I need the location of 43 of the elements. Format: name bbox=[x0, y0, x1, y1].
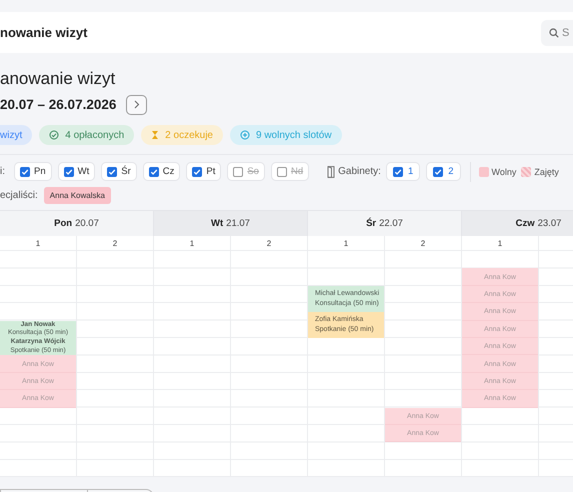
stat-badge: 4 opłaconych bbox=[39, 125, 134, 145]
day-filter-chip[interactable]: Śr bbox=[101, 162, 137, 181]
legend-label: Wolny bbox=[492, 166, 516, 176]
door-icon bbox=[327, 166, 336, 178]
room-number: 2 bbox=[420, 239, 426, 248]
room-number: 1 bbox=[36, 239, 40, 248]
search-field[interactable]: S bbox=[541, 20, 573, 46]
date-range: 20.07 – 26.07.2026 bbox=[0, 97, 116, 112]
hourglass-icon bbox=[151, 130, 160, 140]
room-filter-chip[interactable]: 2 bbox=[426, 162, 461, 181]
room-filter-chip[interactable]: 1 bbox=[386, 162, 420, 181]
day-header: Czw 23.07 bbox=[462, 211, 573, 236]
room-number: 1 bbox=[344, 239, 348, 248]
specialist-tag[interactable]: Anna Kowalska bbox=[44, 187, 111, 204]
busy-swatch bbox=[521, 166, 532, 176]
room-number: 2 bbox=[266, 239, 272, 248]
page-title: anowanie wizyt bbox=[0, 69, 116, 89]
day-header: Wt 21.07 bbox=[154, 211, 308, 236]
day-header: Pon 20.07 bbox=[0, 211, 154, 236]
filter-label: Gabinety: bbox=[338, 166, 381, 177]
chevron-right-icon bbox=[134, 100, 140, 109]
day-filter-chip[interactable]: Nd bbox=[270, 162, 310, 181]
filter-label: i: bbox=[0, 166, 5, 177]
next-week-button[interactable] bbox=[126, 94, 148, 114]
room-number: 1 bbox=[190, 239, 194, 248]
day-filter-chip[interactable]: So bbox=[227, 162, 265, 181]
free-swatch bbox=[478, 166, 489, 176]
stat-badge: 9 wolnych slotów bbox=[230, 125, 342, 145]
stat-badge: 2 oczekuje bbox=[141, 125, 223, 145]
day-filter-chip[interactable]: Pt bbox=[186, 162, 222, 181]
check-circle-icon bbox=[49, 130, 60, 140]
app-title: nowanie wizyt bbox=[0, 25, 88, 40]
stat-badge: wizyt bbox=[0, 125, 32, 145]
plus-circle-icon bbox=[240, 130, 250, 140]
day-header: Śr 22.07 bbox=[308, 211, 462, 236]
legend-label: Zajęty bbox=[534, 166, 559, 176]
day-filter-chip[interactable]: Pn bbox=[14, 162, 52, 181]
day-filter-chip[interactable]: Wt bbox=[58, 162, 96, 181]
room-number: 1 bbox=[498, 239, 502, 248]
search-icon bbox=[549, 28, 559, 38]
day-filter-chip[interactable]: Cz bbox=[142, 162, 180, 181]
filter-label: ecjaliści: bbox=[0, 190, 38, 201]
room-number: 2 bbox=[112, 239, 118, 248]
